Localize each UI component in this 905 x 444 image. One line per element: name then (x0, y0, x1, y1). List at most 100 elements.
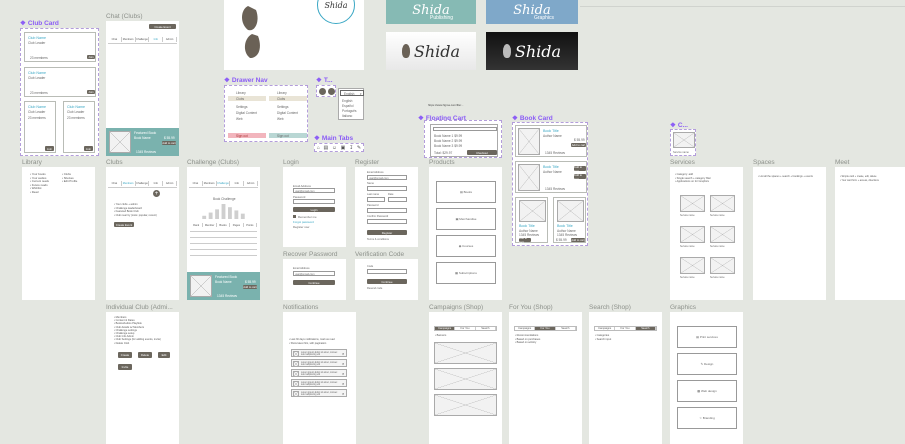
password-field[interactable] (293, 199, 335, 204)
language-selected[interactable]: English ▾ (340, 90, 364, 96)
service-image[interactable] (710, 257, 735, 274)
notification-item[interactable]: Lorem ipsum dolor sit amet, consec tetur… (291, 389, 347, 397)
service-image[interactable] (680, 226, 705, 243)
register-link[interactable]: Register now (293, 225, 309, 229)
tab-chat[interactable]: Chat (108, 181, 122, 186)
add-to-cart-button[interactable]: Add to cart (243, 285, 257, 289)
tab-chat[interactable]: Chat (189, 181, 203, 186)
drawer-item-web[interactable]: Web (277, 117, 284, 121)
bag-icon[interactable]: ▣ (341, 145, 346, 151)
club-card[interactable]: Club Name Club Leader 23 members Join (24, 32, 96, 62)
email-field[interactable]: user@email.com (293, 188, 335, 193)
resend-link[interactable]: Resend code (367, 287, 382, 290)
email-field[interactable]: user@email.com (293, 271, 335, 276)
create-event-button[interactable]: Create Event (114, 222, 134, 227)
book-card-tall[interactable]: Book Title Author Name 1345 Reviews $ 55… (553, 197, 586, 243)
join-button[interactable]: Join (87, 90, 95, 94)
tab-info[interactable]: Info (149, 181, 164, 186)
tab-for-you[interactable]: For You (615, 327, 636, 330)
add-to-cart-button[interactable]: Add to cart (162, 141, 176, 145)
graphics-category[interactable]: ☆ Branding (677, 407, 737, 429)
login-button[interactable]: Login (293, 207, 335, 212)
tab-admin[interactable]: Admin (163, 37, 177, 42)
book-card-wide[interactable]: Book Title Author Name Add to cart Add t… (515, 161, 587, 193)
cart-search-input[interactable] (433, 127, 497, 131)
continue-button[interactable]: Continue (293, 280, 335, 285)
add-to-cart-button[interactable]: Add to cart (571, 143, 586, 147)
drawer-item-settings[interactable]: Settings (277, 105, 289, 109)
book-icon[interactable]: ▤ (324, 145, 329, 151)
add-to-cart-button[interactable]: Add to cart (574, 165, 586, 173)
toggle-dot-icon[interactable] (328, 88, 335, 95)
password-field[interactable] (367, 208, 407, 213)
join-button[interactable]: Join (45, 146, 54, 151)
sign-out-button[interactable]: Sign out (269, 133, 307, 138)
graphics-category[interactable]: ▤ Print services (677, 326, 737, 348)
tab-info[interactable]: Info (230, 181, 245, 186)
tab-challenge[interactable]: Challenge (136, 181, 150, 186)
tab-members[interactable]: Members (122, 181, 136, 186)
book-card-tall[interactable]: Book Title Author Name 1345 Reviews Add … (515, 197, 548, 244)
date-field[interactable] (388, 197, 407, 202)
service-image[interactable] (680, 195, 705, 212)
forgot-password-link[interactable]: Forgot password (293, 220, 314, 224)
notification-item[interactable]: Lorem ipsum dolor sit amet, consec tetur… (291, 369, 347, 377)
continue-button[interactable]: Continue (367, 279, 407, 284)
tab-admin[interactable]: Admin (163, 181, 177, 186)
drawer-item-digital[interactable]: Digital Content (236, 111, 257, 115)
add-to-cart-button[interactable]: Add to cart (571, 238, 585, 242)
language-option[interactable]: Português (342, 109, 357, 113)
notification-item[interactable]: Lorem ipsum dolor sit amet, consec tetur… (291, 359, 347, 367)
drawer-item-library[interactable]: Library (236, 91, 246, 95)
drawer-item-digital[interactable]: Digital Content (277, 111, 298, 115)
product-category-subscriptions[interactable]: ▦ Subscriptions (436, 262, 496, 284)
prototype-url[interactable]: https://www.figma.com/file/... (428, 103, 463, 107)
invite-button[interactable]: Invite (118, 364, 132, 370)
club-card-small[interactable]: Club Name Club Leader 23 members Join (63, 101, 95, 153)
banner-placeholder[interactable] (434, 394, 497, 416)
tab-for-you[interactable]: For You (535, 327, 556, 330)
sign-out-button[interactable]: Sign out (228, 133, 266, 138)
code-field[interactable] (367, 269, 407, 274)
tab-challenge[interactable]: Challenge (217, 181, 231, 186)
tab-members[interactable]: Members (122, 37, 136, 42)
drawer-item-clubs[interactable]: Clubs (236, 97, 244, 101)
pen-icon[interactable]: ✎ (357, 145, 361, 151)
name-field[interactable] (367, 186, 407, 191)
tab-campaigns[interactable]: Campaigns (435, 327, 456, 330)
service-image[interactable] (710, 226, 735, 243)
tab-search[interactable]: Search (635, 327, 656, 330)
close-icon[interactable]: × (342, 391, 344, 396)
tab-challenge[interactable]: Challenge (136, 37, 150, 42)
delete-button[interactable]: Delete (138, 352, 152, 358)
bell-icon[interactable]: ↧ (349, 145, 353, 151)
tab-info[interactable]: Info (149, 37, 164, 42)
close-icon[interactable]: × (342, 381, 344, 386)
close-icon[interactable]: × (342, 351, 344, 356)
language-option[interactable]: English (342, 99, 352, 103)
register-button[interactable]: Register (367, 230, 407, 235)
notification-item[interactable]: Lorem ipsum dolor sit amet, consec tetur… (291, 349, 347, 357)
tab-search[interactable]: Search (556, 327, 576, 330)
add-to-cart-button[interactable]: Add to cart (574, 173, 586, 181)
create-button[interactable]: Create (118, 352, 132, 358)
drawer-item-web[interactable]: Web (236, 117, 243, 121)
remember-checkbox[interactable] (293, 215, 296, 218)
join-button[interactable]: Join (87, 55, 95, 59)
drawer-item-clubs[interactable]: Clubs (277, 97, 285, 101)
tab-for-you[interactable]: For You (455, 327, 476, 330)
service-image[interactable] (680, 257, 705, 274)
toggle-dot-icon[interactable] (319, 88, 326, 95)
club-card-small[interactable]: Club Name Club Leader 23 members Join (24, 101, 56, 153)
drawer-item-settings[interactable]: Settings (236, 105, 248, 109)
book-card-wide[interactable]: Book Title Author Name $ 55.99 Add to ca… (515, 125, 587, 157)
join-button[interactable]: Join (84, 146, 93, 151)
product-category-books[interactable]: ▤ Books (436, 181, 496, 203)
edit-button[interactable]: Edit (158, 352, 170, 358)
service-image[interactable] (710, 195, 735, 212)
people-icon[interactable]: ☺ (332, 145, 337, 151)
add-to-cart-button[interactable]: Add to cart (519, 236, 531, 244)
tab-campaigns[interactable]: Campaigns (515, 327, 536, 330)
club-card[interactable]: Club Name Club Leader 23 members Join (24, 67, 96, 97)
tab-members[interactable]: Members (203, 181, 217, 186)
